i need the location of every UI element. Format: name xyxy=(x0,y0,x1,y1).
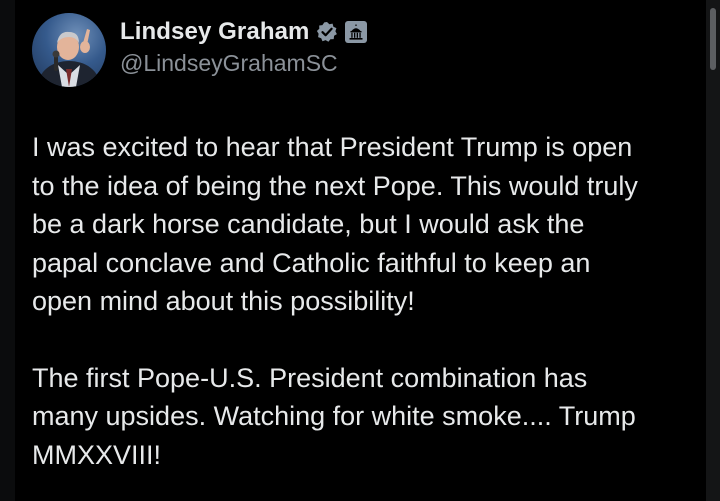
scrollbar-track[interactable] xyxy=(706,0,720,501)
screenshot-frame: Lindsey Graham @LindseyGrahamSC I was ex… xyxy=(0,0,720,501)
verified-badge-icon[interactable] xyxy=(316,21,338,43)
window-edge xyxy=(0,0,15,501)
tweet-paragraph: I was excited to hear that President Tru… xyxy=(32,132,638,316)
author-display-name[interactable]: Lindsey Graham xyxy=(120,18,309,46)
author-avatar[interactable] xyxy=(32,13,106,87)
government-capitol-badge-icon[interactable] xyxy=(345,21,368,43)
scrollbar-thumb[interactable] xyxy=(710,8,716,70)
person-with-microphone-avatar-icon xyxy=(39,29,99,87)
author-name-row: Lindsey Graham xyxy=(120,16,368,48)
author-handle[interactable]: @LindseyGrahamSC xyxy=(120,50,338,77)
tweet-paragraph: The first Pope-U.S. President combinatio… xyxy=(32,362,636,470)
tweet-body: I was excited to hear that President Tru… xyxy=(32,128,692,474)
